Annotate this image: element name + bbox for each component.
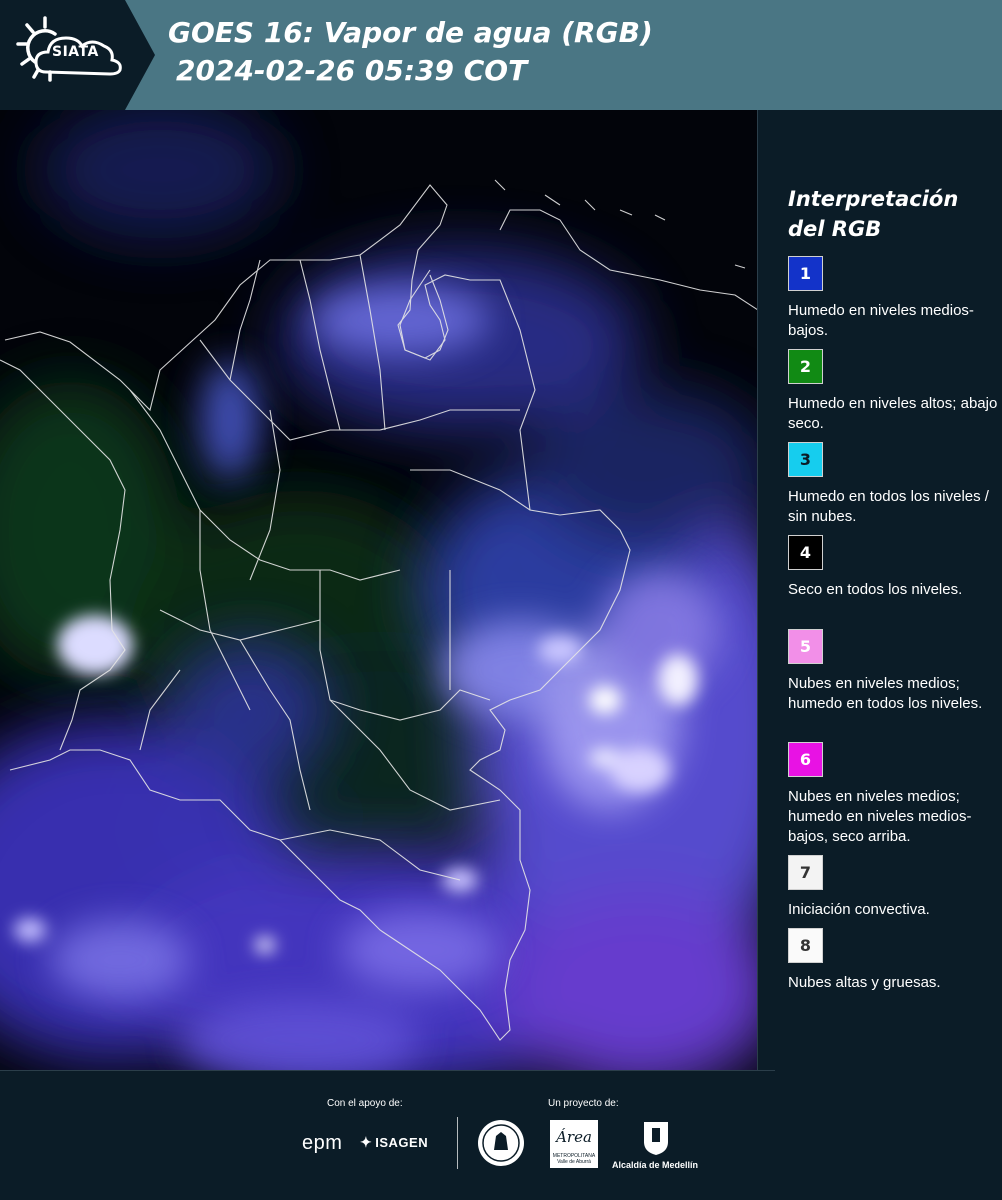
- legend-item-7: 7 Iniciación convectiva.: [788, 855, 998, 920]
- legend-swatch-4: 4: [788, 535, 823, 570]
- project-label: Un proyecto de:: [548, 1098, 619, 1109]
- siata-logo: SIATA: [0, 0, 155, 110]
- logo-text: SIATA: [52, 44, 99, 60]
- legend-text-5: Nubes en niveles medios; humedo en todos…: [788, 675, 983, 712]
- legend-text-2: Humedo en niveles altos; abajo seco.: [788, 395, 998, 432]
- legend-item-1: 1 Humedo en niveles medios-bajos.: [788, 256, 998, 341]
- legend-text-8: Nubes altas y gruesas.: [788, 974, 941, 991]
- legend-item-4: 4 Seco en todos los niveles.: [788, 535, 998, 600]
- footer-divider: [0, 1070, 775, 1071]
- satellite-map: [0, 110, 758, 1070]
- epm-logo: epm: [302, 1132, 343, 1154]
- legend-swatch-3: 3: [788, 442, 823, 477]
- footer-vertical-divider: [457, 1117, 458, 1169]
- legend-text-6: Nubes en niveles medios; humedo en nivel…: [788, 788, 972, 845]
- legend-item-5: 5 Nubes en niveles medios; humedo en tod…: [788, 629, 998, 714]
- area-metropolitana-logo: Área METROPOLITANA Valle de Aburrá: [550, 1120, 598, 1168]
- area-logo-text: Área: [556, 1128, 592, 1146]
- alcaldia-label: Alcaldía de Medellín: [612, 1160, 699, 1170]
- university-seal-icon: [478, 1120, 524, 1166]
- legend-swatch-8: 8: [788, 928, 823, 963]
- legend-item-2: 2 Humedo en niveles altos; abajo seco.: [788, 349, 998, 434]
- footer: Con el apoyo de: Un proyecto de: epm ✦ I…: [0, 1070, 1002, 1200]
- legend-text-4: Seco en todos los niveles.: [788, 581, 963, 598]
- legend-item-6: 6 Nubes en niveles medios; humedo en niv…: [788, 742, 998, 847]
- title-timestamp: 2024-02-26 05:39 COT: [176, 54, 528, 87]
- legend-swatch-1: 1: [788, 256, 823, 291]
- legend-swatch-5: 5: [788, 629, 823, 664]
- legend-swatch-7: 7: [788, 855, 823, 890]
- legend-text-3: Humedo en todos los niveles / sin nubes.: [788, 488, 989, 525]
- header: SIATA GOES 16: Vapor de agua (RGB) 2024-…: [0, 0, 1002, 110]
- legend-text-1: Humedo en niveles medios-bajos.: [788, 302, 974, 339]
- rgb-legend: Interpretación del RGB 1 Humedo en nivel…: [760, 110, 1002, 1070]
- legend-item-8: 8 Nubes altas y gruesas.: [788, 928, 998, 993]
- area-logo-subtext: METROPOLITANA Valle de Aburrá: [552, 1153, 596, 1165]
- isagen-label: ISAGEN: [375, 1135, 429, 1150]
- legend-text-7: Iniciación convectiva.: [788, 901, 930, 918]
- water-vapor-image: [0, 110, 757, 1070]
- title-product: GOES 16: Vapor de agua (RGB): [168, 16, 653, 49]
- isagen-icon: ✦: [360, 1134, 373, 1150]
- page-title: GOES 16: Vapor de agua (RGB) 2024-02-26 …: [168, 14, 653, 90]
- alcaldia-emblem-icon: [644, 1122, 668, 1155]
- support-label: Con el apoyo de:: [327, 1098, 403, 1109]
- legend-title: Interpretación del RGB: [788, 187, 959, 241]
- legend-item-3: 3 Humedo en todos los niveles / sin nube…: [788, 442, 998, 527]
- isagen-logo: ✦ ISAGEN: [360, 1134, 428, 1151]
- legend-swatch-2: 2: [788, 349, 823, 384]
- legend-swatch-6: 6: [788, 742, 823, 777]
